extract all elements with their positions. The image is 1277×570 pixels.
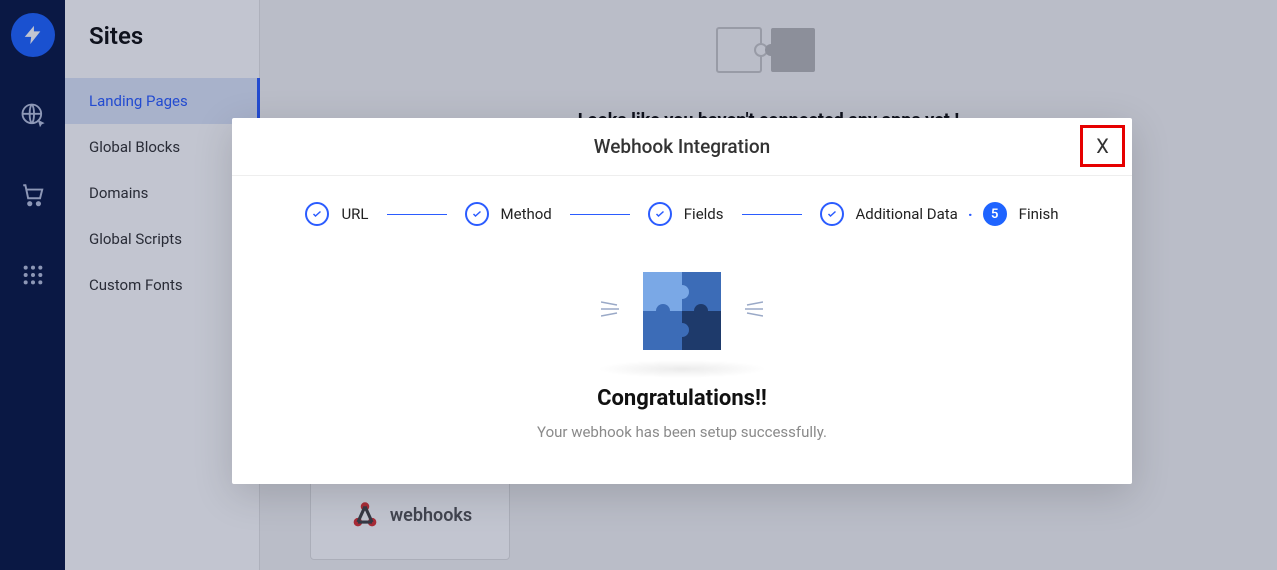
close-icon: X: [1096, 134, 1109, 158]
step-additional-data: Additional Data: [820, 202, 958, 226]
close-button[interactable]: X: [1080, 125, 1125, 167]
modal-title: Webhook Integration: [594, 135, 770, 158]
check-icon: [820, 202, 844, 226]
congrats-title: Congratulations!!: [597, 386, 767, 411]
step-finish: 5 Finish: [983, 202, 1059, 226]
check-icon: [648, 202, 672, 226]
step-label: Fields: [684, 205, 724, 223]
step-connector: [387, 214, 447, 215]
check-icon: [465, 202, 489, 226]
step-label: Method: [501, 205, 552, 223]
step-connector: [570, 214, 630, 215]
modal-body: Congratulations!! Your webhook has been …: [232, 236, 1132, 484]
step-dot: ·: [968, 205, 973, 224]
check-icon: [305, 202, 329, 226]
step-url: URL: [305, 202, 368, 226]
step-connector: [742, 214, 802, 215]
step-label: Finish: [1019, 205, 1059, 223]
webhook-integration-modal: Webhook Integration X URL Method Fields: [232, 118, 1132, 484]
stepper: URL Method Fields Additional Data · 5 Fi…: [232, 176, 1132, 236]
step-label: URL: [341, 205, 368, 223]
step-fields: Fields: [648, 202, 724, 226]
congrats-subtitle: Your webhook has been setup successfully…: [537, 423, 827, 441]
step-number-icon: 5: [983, 202, 1007, 226]
success-puzzle-icon: [607, 256, 757, 366]
step-method: Method: [465, 202, 552, 226]
modal-header: Webhook Integration X: [232, 118, 1132, 176]
step-label: Additional Data: [856, 205, 958, 223]
